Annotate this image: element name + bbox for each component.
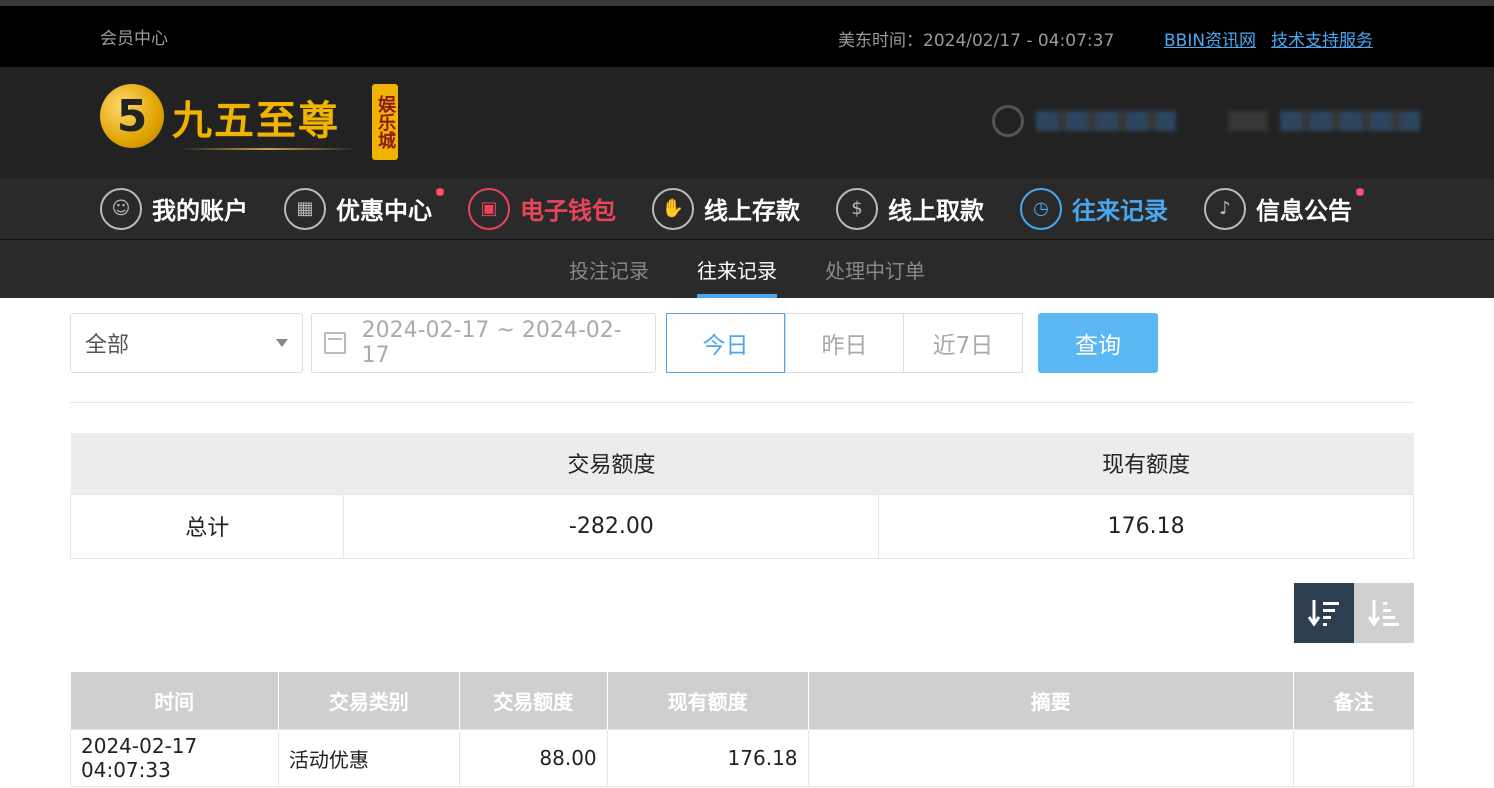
sort-asc-button[interactable] bbox=[1354, 582, 1414, 643]
date-range-value: 2024-02-17 ~ 2024-02-17 bbox=[361, 318, 622, 368]
tab-transaction-records[interactable]: 往来记录 bbox=[673, 240, 801, 298]
summary-header bbox=[70, 433, 344, 494]
header: 5 九五至尊 娱乐城 bbox=[0, 67, 1494, 178]
cell-balance: 176.18 bbox=[606, 729, 809, 787]
notification-dot bbox=[1356, 187, 1364, 196]
top-links: BBIN资讯网 技术支持服务 bbox=[1164, 26, 1373, 51]
today-button[interactable]: 今日 bbox=[666, 313, 785, 373]
bbin-link[interactable]: BBIN资讯网 bbox=[1164, 26, 1256, 51]
nav-label: 我的账户 bbox=[152, 197, 248, 225]
cell-summary bbox=[807, 729, 1295, 787]
nav-promotions[interactable]: ▦ 优惠中心 bbox=[284, 187, 444, 230]
col-header: 交易类别 bbox=[278, 671, 460, 730]
deposit-icon: ✋ bbox=[652, 187, 694, 230]
logo-text: 九五至尊 bbox=[172, 97, 340, 144]
summary-row: 总计 -282.00 176.18 bbox=[69, 493, 1414, 559]
redacted-block bbox=[1228, 111, 1268, 131]
nav-label: 电子钱包 bbox=[520, 197, 616, 225]
cell-amount: 88.00 bbox=[458, 729, 608, 787]
user-icon: ☺ bbox=[100, 187, 142, 230]
content: 全部 2024-02-17 ~ 2024-02-17 今日 昨日 近7日 查询 … bbox=[0, 298, 1494, 787]
cell-time: 2024-02-17 04:07:33 bbox=[70, 729, 279, 787]
col-header: 交易额度 bbox=[459, 671, 608, 730]
sort-asc-icon bbox=[1367, 599, 1399, 627]
calendar-icon bbox=[324, 332, 346, 354]
nav-label: 往来记录 bbox=[1072, 197, 1168, 225]
nav-withdraw[interactable]: $ 线上取款 bbox=[836, 187, 984, 230]
logo[interactable]: 5 九五至尊 娱乐城 bbox=[100, 84, 400, 162]
tab-bet-records[interactable]: 投注记录 bbox=[545, 240, 673, 298]
bell-icon: ♪ bbox=[1204, 187, 1246, 230]
logo-ornament bbox=[178, 148, 358, 150]
yesterday-button[interactable]: 昨日 bbox=[785, 313, 904, 373]
sort-bar bbox=[70, 582, 1414, 643]
logo-vertical-text: 娱乐城 bbox=[372, 84, 398, 160]
summary-cell: -282.00 bbox=[343, 493, 880, 559]
type-select-value: 全部 bbox=[85, 333, 130, 358]
member-center-label: 会员中心 bbox=[100, 29, 168, 49]
records-table: 时间 交易类别 交易额度 现有额度 摘要 备注 2024-02-17 04:07… bbox=[70, 671, 1414, 787]
quick-date-buttons: 今日 昨日 近7日 bbox=[666, 313, 1023, 373]
sort-desc-icon bbox=[1307, 599, 1339, 627]
withdraw-icon: $ bbox=[836, 187, 878, 230]
filter-bar: 全部 2024-02-17 ~ 2024-02-17 今日 昨日 近7日 查询 bbox=[70, 313, 1414, 373]
last-7-days-button[interactable]: 近7日 bbox=[904, 313, 1023, 373]
summary-cell: 176.18 bbox=[878, 493, 1414, 559]
summary-table: 交易额度 现有额度 总计 -282.00 176.18 bbox=[69, 433, 1414, 559]
username-redacted bbox=[1036, 111, 1176, 131]
wallet-icon: ▣ bbox=[468, 187, 510, 230]
nav-label: 线上存款 bbox=[704, 197, 800, 225]
cell-note bbox=[1293, 729, 1414, 787]
main-nav: ☺ 我的账户 ▦ 优惠中心 ▣ 电子钱包 ✋ 线上存款 $ 线上取款 ◷ 往来记… bbox=[0, 178, 1494, 240]
sub-nav: 投注记录 往来记录 处理中订单 bbox=[0, 240, 1494, 298]
nav-transaction-records[interactable]: ◷ 往来记录 bbox=[1020, 187, 1168, 230]
col-header: 时间 bbox=[70, 671, 279, 730]
col-header: 现有额度 bbox=[607, 671, 809, 730]
top-bar: 会员中心 美东时间：2024/02/17 - 04:07:37 BBIN资讯网 … bbox=[0, 6, 1494, 67]
nav-label: 优惠中心 bbox=[336, 197, 432, 225]
summary-cell: 总计 bbox=[69, 493, 345, 559]
sort-desc-button[interactable] bbox=[1294, 582, 1354, 643]
divider bbox=[70, 402, 1414, 403]
query-button[interactable]: 查询 bbox=[1038, 313, 1158, 373]
summary-header: 交易额度 bbox=[343, 433, 879, 494]
summary-header: 现有额度 bbox=[878, 433, 1414, 494]
nav-deposit[interactable]: ✋ 线上存款 bbox=[652, 187, 800, 230]
date-range-picker[interactable]: 2024-02-17 ~ 2024-02-17 bbox=[311, 313, 656, 373]
logo-badge: 5 bbox=[100, 84, 164, 148]
cell-type: 活动优惠 bbox=[277, 729, 460, 787]
balance-redacted bbox=[1280, 111, 1420, 131]
type-select[interactable]: 全部 bbox=[70, 313, 303, 373]
gift-icon: ▦ bbox=[284, 187, 326, 230]
user-icon bbox=[992, 105, 1024, 137]
nav-announcements[interactable]: ♪ 信息公告 bbox=[1204, 187, 1364, 230]
support-link[interactable]: 技术支持服务 bbox=[1271, 26, 1373, 51]
table-row: 2024-02-17 04:07:33 活动优惠 88.00 176.18 bbox=[70, 729, 1414, 787]
nav-label: 线上取款 bbox=[888, 197, 984, 225]
user-info[interactable] bbox=[992, 105, 1420, 137]
server-time: 美东时间：2024/02/17 - 04:07:37 bbox=[838, 31, 1115, 51]
tab-pending-orders[interactable]: 处理中订单 bbox=[801, 240, 949, 298]
col-header: 备注 bbox=[1293, 671, 1414, 730]
nav-e-wallet[interactable]: ▣ 电子钱包 bbox=[468, 187, 616, 230]
nav-label: 信息公告 bbox=[1256, 197, 1352, 225]
col-header: 摘要 bbox=[808, 671, 1295, 730]
caret-down-icon bbox=[276, 339, 288, 347]
nav-my-account[interactable]: ☺ 我的账户 bbox=[100, 187, 248, 230]
notification-dot bbox=[436, 187, 444, 196]
records-icon: ◷ bbox=[1020, 187, 1062, 230]
